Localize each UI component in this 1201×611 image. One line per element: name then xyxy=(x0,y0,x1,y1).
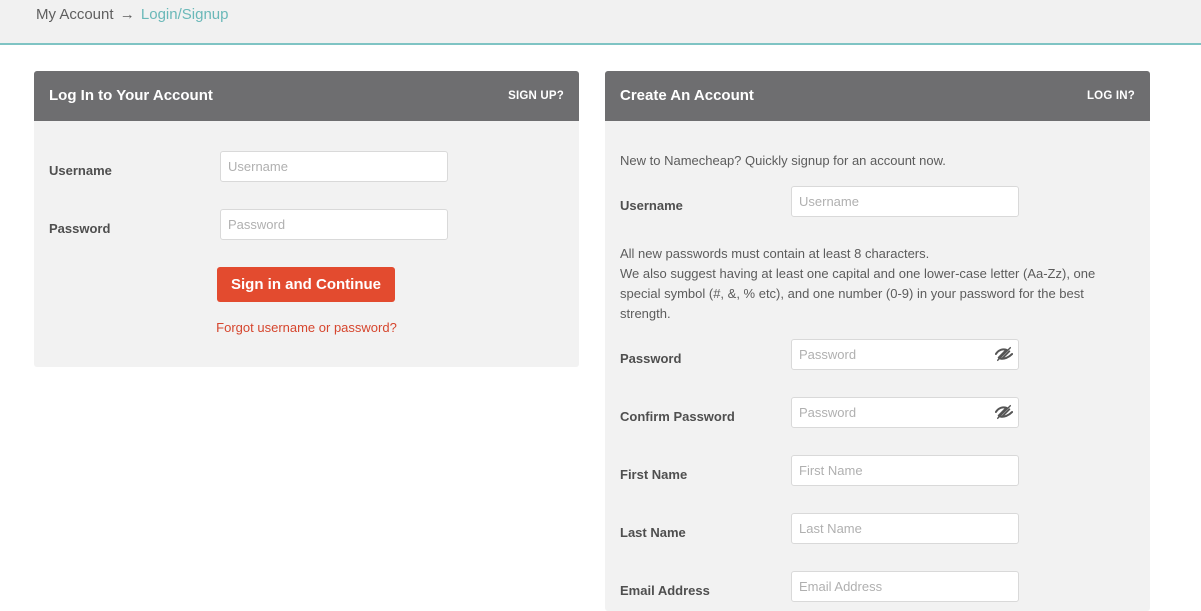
signup-intro-text: New to Namecheap? Quickly signup for an … xyxy=(620,153,946,168)
login-username-input[interactable] xyxy=(220,151,448,182)
breadcrumb: My Account → Login/Signup xyxy=(36,6,228,23)
confirm-password-label: Confirm Password xyxy=(620,409,735,424)
eye-slash-icon[interactable] xyxy=(995,346,1013,362)
signup-panel: Create An Account LOG IN? New to Nameche… xyxy=(605,71,1150,611)
confirm-password-field xyxy=(791,397,1019,428)
email-input[interactable] xyxy=(791,571,1019,602)
breadcrumb-separator: → xyxy=(119,6,135,23)
password-rules-line-2: We also suggest having at least one capi… xyxy=(620,266,1096,321)
top-bar: My Account → Login/Signup xyxy=(0,0,1201,45)
signup-link[interactable]: SIGN UP? xyxy=(508,90,564,102)
password-rules-line-1: All new passwords must contain at least … xyxy=(620,246,930,261)
signup-username-input[interactable] xyxy=(791,186,1019,217)
signup-password-field xyxy=(791,339,1019,370)
first-name-input[interactable] xyxy=(791,455,1019,486)
login-link[interactable]: LOG IN? xyxy=(1087,90,1135,102)
signup-password-label: Password xyxy=(620,351,682,366)
eye-slash-icon[interactable] xyxy=(995,404,1013,420)
signup-username-label: Username xyxy=(620,198,683,213)
last-name-label: Last Name xyxy=(620,525,686,540)
confirm-password-input[interactable] xyxy=(791,397,1019,428)
login-password-input[interactable] xyxy=(220,209,448,240)
password-rules-text: All new passwords must contain at least … xyxy=(620,244,1135,324)
breadcrumb-current: Login/Signup xyxy=(140,6,229,23)
signup-panel-title: Create An Account xyxy=(620,87,754,104)
login-panel-header: Log In to Your Account SIGN UP? xyxy=(34,71,579,121)
signup-password-input[interactable] xyxy=(791,339,1019,370)
forgot-credentials-link-text[interactable]: Forgot username or password? xyxy=(216,320,397,335)
forgot-credentials-link: Forgot username or password? xyxy=(34,320,579,335)
login-username-label: Username xyxy=(49,163,112,178)
login-panel: Log In to Your Account SIGN UP? Username… xyxy=(34,71,579,367)
sign-in-button[interactable]: Sign in and Continue xyxy=(217,267,395,302)
email-label: Email Address xyxy=(620,583,710,598)
breadcrumb-root[interactable]: My Account xyxy=(36,6,114,23)
last-name-input[interactable] xyxy=(791,513,1019,544)
login-panel-title: Log In to Your Account xyxy=(49,87,213,104)
first-name-label: First Name xyxy=(620,467,688,482)
signup-panel-header: Create An Account LOG IN? xyxy=(605,71,1150,121)
login-password-label: Password xyxy=(49,221,111,236)
